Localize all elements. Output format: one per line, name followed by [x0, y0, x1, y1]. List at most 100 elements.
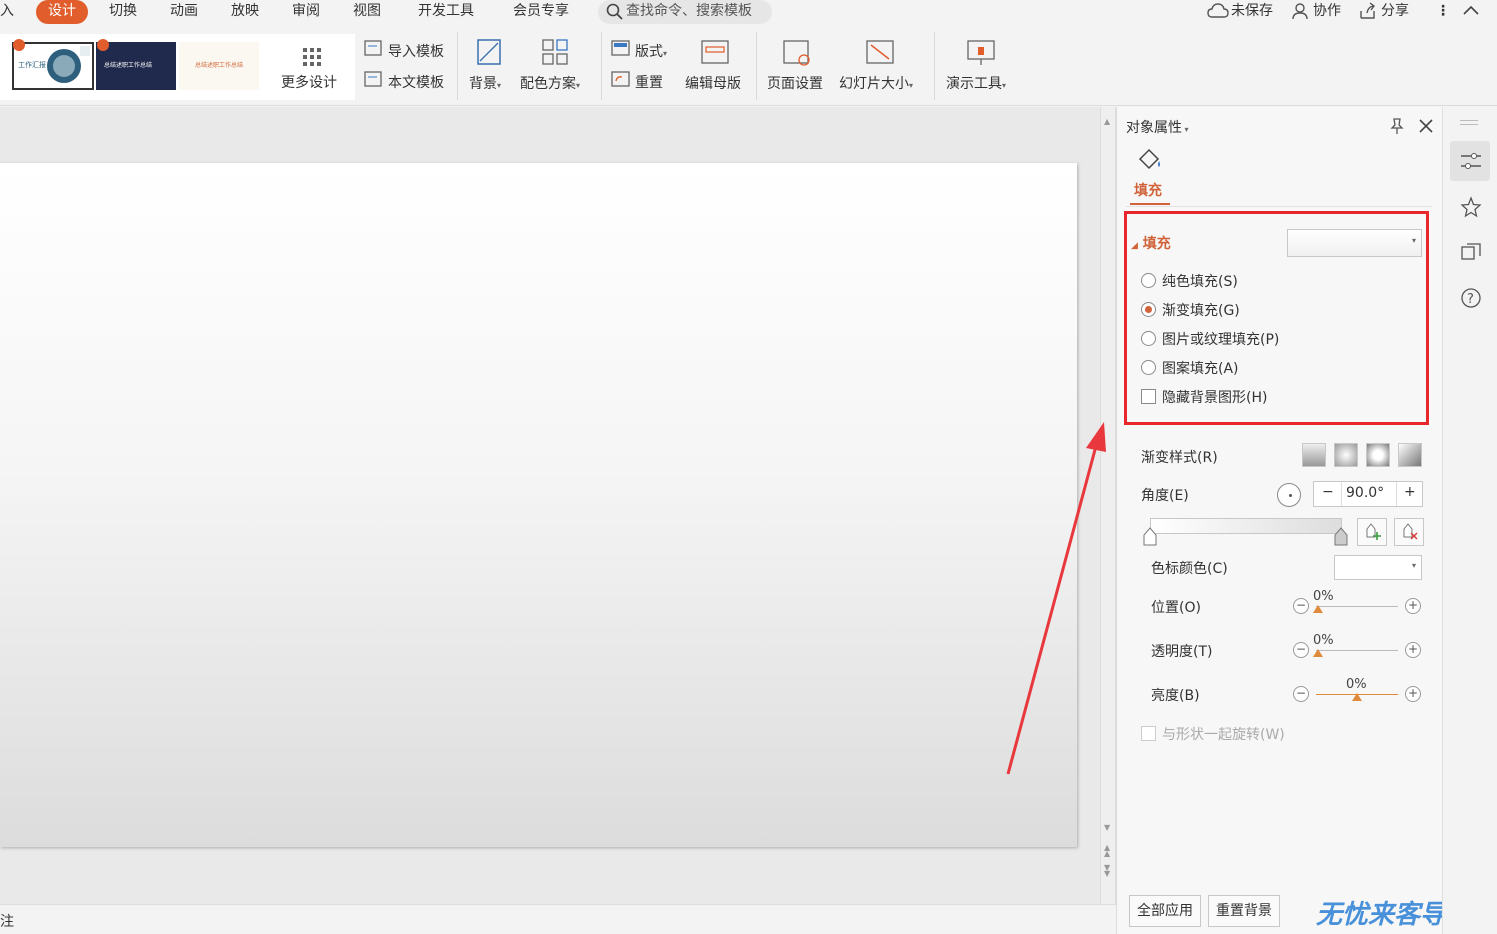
angle-value[interactable]: 90.0°: [1346, 485, 1384, 501]
chevron-down-icon: ▾: [1411, 561, 1416, 570]
slide-size-button[interactable]: 幻灯片大小▾: [839, 73, 913, 93]
sidebar-transition-button[interactable]: [1450, 233, 1490, 273]
decrement-icon[interactable]: −: [1322, 484, 1334, 500]
radio-picture-fill[interactable]: 图片或纹理填充(P): [1141, 330, 1279, 352]
radio-pattern-fill[interactable]: 图案填充(A): [1141, 359, 1239, 381]
sidebar-help-button[interactable]: ?: [1450, 278, 1490, 318]
menu-slideshow[interactable]: 放映: [231, 0, 259, 24]
gradient-stop-handle-right[interactable]: [1333, 527, 1349, 547]
reset-button[interactable]: 重置: [635, 72, 663, 92]
slide-canvas[interactable]: [0, 163, 1077, 847]
tab-fill-underline: [1130, 203, 1170, 205]
menu-review[interactable]: 审阅: [292, 0, 320, 24]
more-design-button[interactable]: 更多设计: [281, 72, 337, 92]
search-box[interactable]: 查找命令、搜索模板: [598, 0, 772, 24]
present-tools-icon: [967, 40, 995, 65]
next-slide-icon[interactable]: ▼ ▼: [1104, 864, 1110, 878]
menu-insert-partial[interactable]: 入: [0, 0, 14, 24]
radio-gradient-fill[interactable]: 渐变填充(G): [1141, 301, 1240, 323]
radio-solid-fill[interactable]: 纯色填充(S): [1141, 272, 1238, 294]
collapse-ribbon-icon[interactable]: [1462, 4, 1480, 16]
prev-slide-icon[interactable]: ▲ ▲: [1104, 844, 1110, 858]
ribbon-separator: [601, 32, 602, 100]
position-decrement-icon[interactable]: −: [1293, 598, 1309, 614]
add-stop-button[interactable]: [1357, 518, 1387, 546]
angle-label: 角度(E): [1141, 488, 1189, 504]
increment-icon[interactable]: +: [1404, 484, 1416, 500]
tab-fill[interactable]: 填充: [1134, 180, 1162, 200]
menu-devtools[interactable]: 开发工具: [418, 0, 474, 24]
gradient-radial-button[interactable]: [1334, 443, 1358, 467]
rotate-with-shape-checkbox[interactable]: 与形状一起旋转(W): [1141, 725, 1285, 747]
fill-section-header[interactable]: ◢ 填充: [1131, 233, 1171, 253]
template-thumb-3[interactable]: 总结述职工作总结: [179, 42, 259, 90]
position-slider-thumb[interactable]: [1313, 605, 1323, 613]
brightness-slider-thumb[interactable]: [1352, 693, 1362, 701]
import-template-button[interactable]: 导入模板: [388, 41, 444, 61]
unsaved-status[interactable]: 未保存: [1231, 0, 1273, 22]
layout-button[interactable]: 版式▾: [635, 41, 667, 61]
checkbox-box: [1141, 726, 1156, 741]
page-setup-button[interactable]: 页面设置: [767, 73, 823, 93]
angle-stepper[interactable]: − 90.0° +: [1313, 481, 1423, 507]
this-template-icon: [364, 71, 382, 87]
transparency-slider-thumb[interactable]: [1313, 649, 1323, 657]
menu-bar: 入 设计 切换 动画 放映 审阅 视图 开发工具 会员专享 查找命令、搜索模板 …: [0, 0, 1497, 26]
transparency-slider-track[interactable]: [1316, 650, 1398, 651]
menu-member[interactable]: 会员专享: [513, 0, 569, 24]
share-icon: [1360, 2, 1375, 19]
star-icon: [1460, 196, 1482, 218]
sidebar-animation-button[interactable]: [1450, 187, 1490, 227]
menu-view[interactable]: 视图: [353, 0, 381, 24]
present-tools-button[interactable]: 演示工具▾: [946, 73, 1006, 93]
scroll-up-icon[interactable]: ▲: [1104, 117, 1110, 126]
brightness-decrement-icon[interactable]: −: [1293, 686, 1309, 702]
cloud-icon: [1207, 3, 1229, 18]
layout-label: 版式: [635, 44, 663, 60]
apply-all-button[interactable]: 全部应用: [1129, 895, 1201, 927]
sidebar-properties-button[interactable]: [1450, 141, 1490, 181]
color-scheme-icon: [542, 39, 568, 65]
menu-design[interactable]: 设计: [36, 0, 88, 24]
add-stop-icon: [1366, 523, 1381, 540]
radio-solid-fill-label: 纯色填充(S): [1162, 274, 1238, 290]
fill-preset-dropdown[interactable]: ▾: [1287, 229, 1422, 257]
template-thumb-1-title: 工作汇报: [18, 61, 46, 69]
color-scheme-button[interactable]: 配色方案▾: [520, 73, 580, 93]
radio-circle: [1141, 273, 1156, 288]
gradient-stop-handle-left[interactable]: [1142, 527, 1158, 547]
share-button[interactable]: 分享: [1381, 0, 1409, 22]
notes-label-partial[interactable]: 注: [0, 911, 14, 931]
gradient-path-button[interactable]: [1398, 443, 1422, 467]
pin-icon[interactable]: [1388, 117, 1406, 135]
edit-master-button[interactable]: 编辑母版: [685, 73, 741, 93]
gradient-stop-bar[interactable]: [1150, 518, 1342, 534]
more-menu-icon[interactable]: ⋮: [1436, 0, 1450, 22]
hide-background-checkbox[interactable]: 隐藏背景图形(H): [1141, 388, 1267, 410]
collab-button[interactable]: 协作: [1313, 0, 1341, 22]
sliders-icon: [1461, 153, 1481, 169]
ribbon-separator: [756, 32, 757, 100]
slide-size-icon: [866, 40, 894, 64]
background-button[interactable]: 背景▾: [469, 73, 501, 93]
stop-color-dropdown[interactable]: ▾: [1334, 555, 1422, 580]
gradient-rect-button[interactable]: [1366, 443, 1390, 467]
gradient-linear-button[interactable]: [1302, 443, 1326, 467]
reset-background-button[interactable]: 重置背景: [1208, 895, 1280, 927]
pane-title-label: 对象属性: [1126, 120, 1182, 136]
remove-stop-button[interactable]: [1394, 518, 1424, 546]
brightness-increment-icon[interactable]: +: [1405, 686, 1421, 702]
pane-title[interactable]: 对象属性 ▾: [1126, 117, 1189, 137]
this-template-button[interactable]: 本文模板: [388, 72, 444, 92]
remove-stop-icon: [1403, 523, 1418, 540]
position-slider-track[interactable]: [1316, 606, 1398, 607]
scroll-down-icon[interactable]: ▼: [1104, 823, 1110, 832]
menu-animation[interactable]: 动画: [170, 0, 198, 24]
transparency-value: 0%: [1313, 633, 1334, 648]
menu-transition[interactable]: 切换: [109, 0, 137, 24]
close-icon[interactable]: [1418, 118, 1434, 134]
transparency-increment-icon[interactable]: +: [1405, 642, 1421, 658]
angle-dial[interactable]: [1277, 483, 1301, 507]
transparency-decrement-icon[interactable]: −: [1293, 642, 1309, 658]
position-increment-icon[interactable]: +: [1405, 598, 1421, 614]
